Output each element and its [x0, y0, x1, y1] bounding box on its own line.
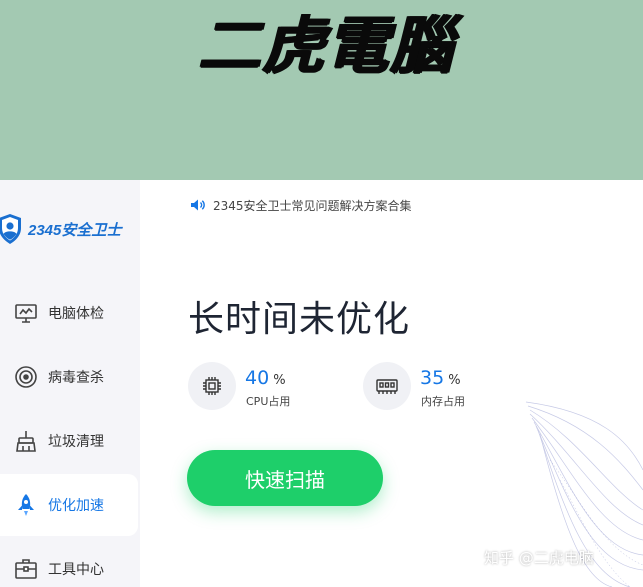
broom-icon: [16, 431, 36, 452]
sidebar-item-label: 优化加速: [48, 498, 104, 514]
status-title: 长时间未优化: [188, 299, 411, 340]
sidebar-item-label: 电脑体检: [48, 306, 104, 322]
cpu-icon: [203, 377, 221, 395]
sidebar-item-optimize[interactable]: 优化加速: [0, 474, 138, 536]
cpu-usage-unit: %: [273, 373, 286, 388]
memory-usage-unit: %: [448, 373, 461, 388]
brand-name: 2345安全卫士: [28, 221, 122, 239]
shield-icon: [0, 214, 21, 244]
sidebar-item-virus-scan[interactable]: 病毒查杀: [0, 346, 138, 408]
brand-logo: 2345安全卫士: [0, 212, 121, 246]
toolbox-icon: [15, 559, 37, 579]
banner: 二虎電腦: [0, 0, 643, 180]
quick-scan-button[interactable]: 快速扫描: [187, 450, 383, 506]
target-icon: [15, 366, 37, 388]
rocket-icon: [18, 494, 34, 516]
memory-usage-value: 35: [420, 367, 445, 389]
sidebar-item-label: 垃圾清理: [48, 434, 104, 450]
memory-icon: [376, 379, 398, 394]
faq-notice-link[interactable]: 2345安全卫士常见问题解决方案合集: [190, 196, 412, 214]
notice-text: 2345安全卫士常见问题解决方案合集: [213, 198, 412, 213]
cpu-usage-label: CPU占用: [246, 395, 291, 408]
watermark: 知乎 @二虎电脑: [484, 549, 594, 567]
sidebar-item-junk-cleanup[interactable]: 垃圾清理: [0, 410, 138, 472]
banner-title: 二虎電腦: [198, 9, 455, 82]
sidebar-item-label: 工具中心: [48, 562, 104, 578]
sidebar-item-checkup[interactable]: 电脑体检: [0, 282, 138, 344]
speaker-icon: [191, 199, 205, 211]
monitor-icon: [15, 304, 37, 323]
sidebar-item-tool-center[interactable]: 工具中心: [0, 538, 138, 587]
memory-usage-label: 内存占用: [421, 395, 465, 408]
sidebar-item-label: 病毒查杀: [48, 370, 104, 386]
cpu-usage-value: 40: [245, 367, 270, 389]
